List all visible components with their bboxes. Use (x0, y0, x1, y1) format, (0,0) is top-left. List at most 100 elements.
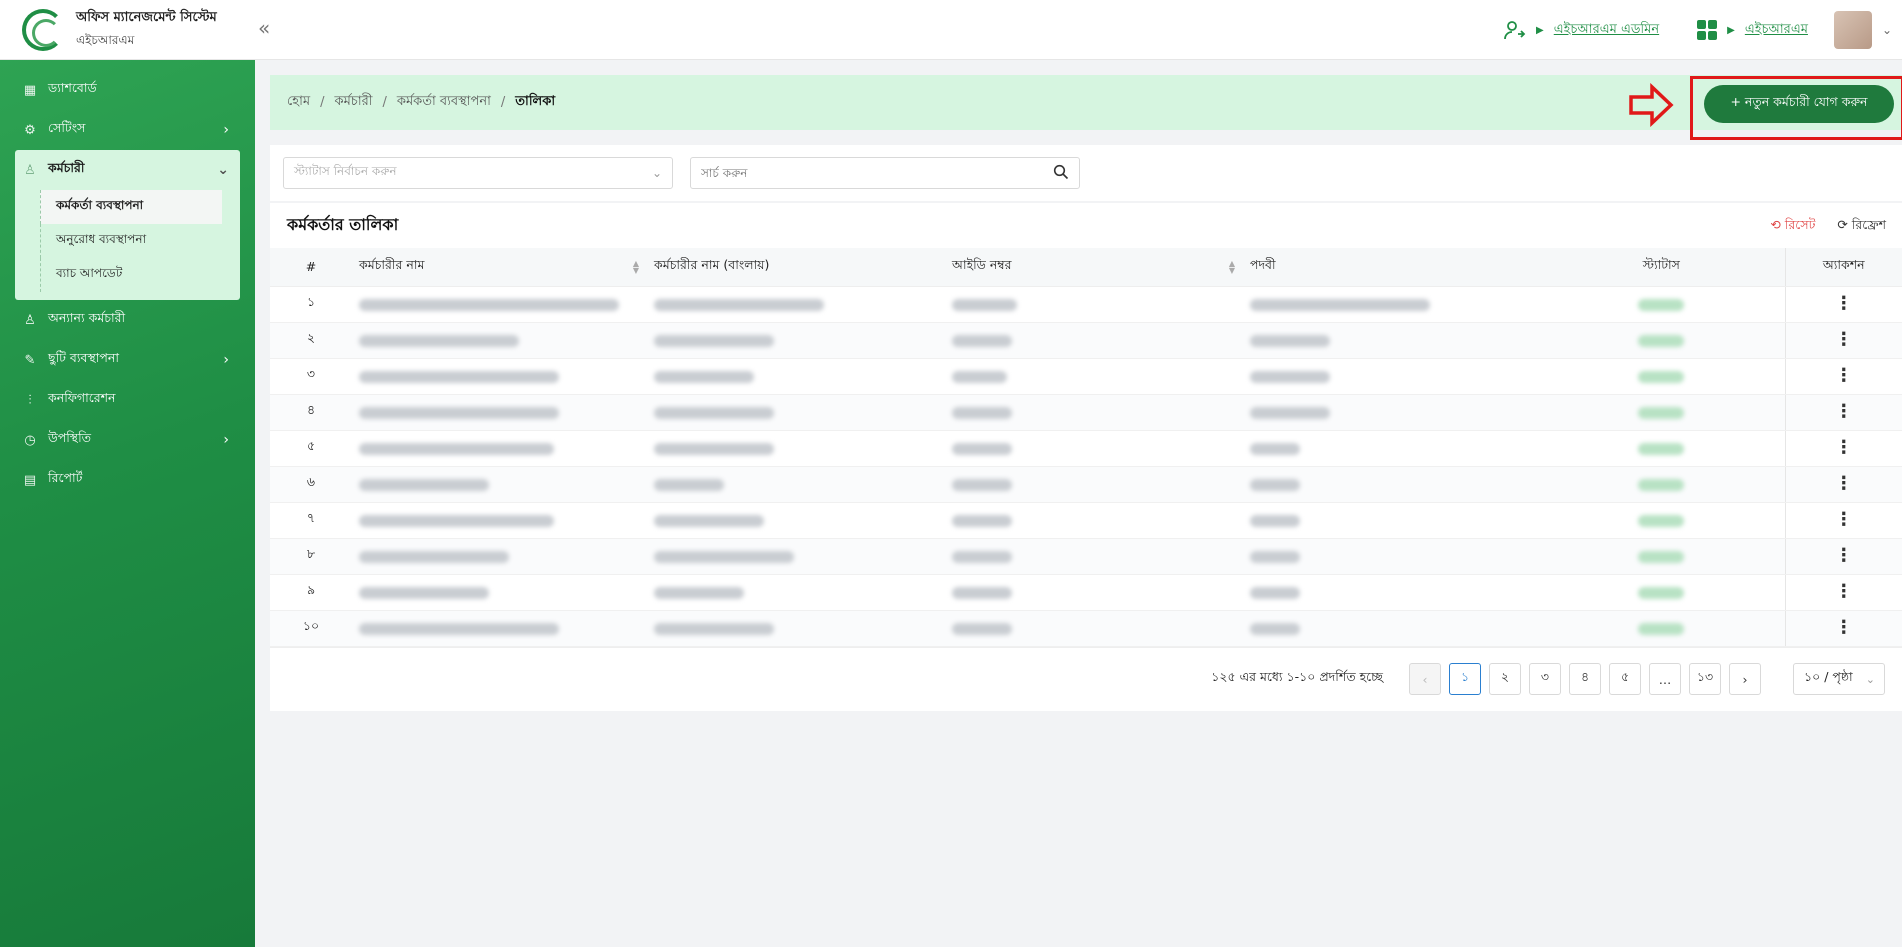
redacted-text (654, 371, 754, 383)
table-row[interactable]: ৩ ⋮ (270, 358, 1902, 395)
page-button-4[interactable]: ৪ (1569, 663, 1601, 695)
more-options-icon[interactable]: ⋮ (1835, 617, 1853, 638)
breadcrumb-separator: / (500, 95, 506, 110)
table-row[interactable]: ৫ ⋮ (270, 430, 1902, 467)
sidebar-item-label: ছুটি ব্যবস্থাপনা (48, 350, 119, 365)
column-header-id[interactable]: আইডি নম্বর ▲ ▼ (945, 248, 1243, 287)
page-ellipsis-button[interactable]: … (1649, 663, 1681, 695)
sidebar-item-other-employees[interactable]: ♙ অন্যান্য কর্মচারী (0, 300, 255, 340)
page-button-5[interactable]: ৫ (1609, 663, 1641, 695)
cell-designation (1243, 574, 1538, 611)
sidebar-item-attendance[interactable]: ◷ উপস্থিতি › (0, 420, 255, 460)
sidebar-item-employee[interactable]: ♙ কর্মচারী ⌄ (15, 150, 240, 190)
page-button-2[interactable]: ২ (1489, 663, 1521, 695)
cell-name-bangla (647, 466, 945, 503)
collapse-sidebar-icon[interactable]: « (258, 16, 270, 40)
chevron-down-icon: ⌄ (1865, 672, 1875, 686)
page-button-13[interactable]: ১৩ (1689, 663, 1721, 695)
status-select[interactable]: স্ট্যাটাস নির্বাচন করুন ⌄ (283, 157, 673, 189)
page-button-3[interactable]: ৩ (1529, 663, 1561, 695)
red-arrow-annotation-icon (1629, 83, 1674, 127)
redacted-text (1250, 551, 1300, 563)
breadcrumb-home[interactable]: হোম (287, 92, 310, 113)
redacted-text (952, 335, 1012, 347)
cell-status (1538, 358, 1785, 395)
page-size-select[interactable]: ১০ / পৃষ্ঠা ⌄ (1793, 663, 1885, 695)
breadcrumb-officer-management[interactable]: কর্মকর্তা ব্যবস্থাপনা (397, 92, 491, 113)
cell-designation (1243, 466, 1538, 503)
table-row[interactable]: ৯ ⋮ (270, 574, 1902, 611)
column-header-index: # (270, 248, 352, 287)
refresh-button[interactable]: ⟳ রিফ্রেশ (1837, 217, 1886, 237)
prev-page-button[interactable]: ‹ (1409, 663, 1441, 695)
sidebar-subitem-officer-management[interactable]: কর্মকর্তা ব্যবস্থাপনা (40, 190, 222, 224)
redacted-text (1250, 371, 1330, 383)
more-options-icon[interactable]: ⋮ (1835, 545, 1853, 566)
column-header-name[interactable]: কর্মচারীর নাম ▲ ▼ (352, 248, 647, 287)
cell-designation (1243, 502, 1538, 539)
more-options-icon[interactable]: ⋮ (1835, 401, 1853, 422)
sidebar-item-settings[interactable]: ⚙ সেটিংস › (0, 110, 255, 150)
cell-name (352, 286, 647, 323)
cell-id (945, 322, 1243, 359)
reset-button[interactable]: ⟲ রিসেট (1770, 217, 1815, 237)
cell-index: ১ (270, 286, 352, 323)
cell-name-bangla (647, 574, 945, 611)
logo-area[interactable]: অফিস ম্যানেজমেন্ট সিস্টেম এইচআরএম (0, 0, 255, 60)
reset-label: রিসেট (1784, 217, 1816, 232)
table-row[interactable]: ৬ ⋮ (270, 466, 1902, 503)
sidebar-subitem-batch-update[interactable]: ব্যাচ আপডেট (40, 258, 240, 292)
avatar[interactable] (1833, 11, 1872, 49)
more-options-icon[interactable]: ⋮ (1835, 365, 1853, 386)
sidebar-item-configuration[interactable]: ⫶ কনফিগারেশন (0, 380, 255, 420)
apps-grid-icon[interactable] (1697, 20, 1718, 40)
search-icon[interactable] (1053, 164, 1069, 180)
breadcrumb-employee[interactable]: কর্মচারী (334, 92, 372, 113)
cell-index: ৯ (270, 574, 352, 611)
breadcrumb-list: তালিকা (515, 94, 556, 109)
redacted-text (654, 299, 824, 311)
module-link[interactable]: এইচআরএম (1745, 20, 1808, 41)
more-options-icon[interactable]: ⋮ (1835, 329, 1853, 350)
redacted-text (1250, 515, 1300, 527)
cell-name (352, 538, 647, 575)
redacted-text (654, 407, 774, 419)
sidebar-item-leave-management[interactable]: ✎ ছুটি ব্যবস্থাপনা › (0, 340, 255, 380)
table-row[interactable]: ৪ ⋮ (270, 394, 1902, 431)
table-header-row: # কর্মচারীর নাম ▲ ▼ কর্মচারীর নাম (বাংলায়… (270, 248, 1902, 287)
more-options-icon[interactable]: ⋮ (1835, 509, 1853, 530)
sidebar-item-label: রিপোর্ট (48, 470, 83, 485)
sort-icon[interactable]: ▲ ▼ (1229, 260, 1235, 275)
role-link[interactable]: এইচআরএম এডমিন (1554, 20, 1659, 41)
cell-designation (1243, 322, 1538, 359)
user-switch-icon[interactable] (1502, 18, 1526, 42)
more-options-icon[interactable]: ⋮ (1835, 293, 1853, 314)
redacted-text (654, 335, 774, 347)
chevron-down-icon[interactable]: ⌄ (1882, 23, 1892, 37)
column-header-label: কর্মচারীর নাম (359, 256, 425, 272)
cell-designation (1243, 394, 1538, 431)
sort-icon[interactable]: ▲ ▼ (633, 260, 639, 275)
cell-name (352, 610, 647, 647)
table-row[interactable]: ১ ⋮ (270, 286, 1902, 323)
redacted-text (1250, 623, 1300, 635)
page-button-1[interactable]: ১ (1449, 663, 1481, 695)
table-row[interactable]: ৮ ⋮ (270, 538, 1902, 575)
search-input[interactable] (701, 166, 1021, 180)
more-options-icon[interactable]: ⋮ (1835, 473, 1853, 494)
table-row[interactable]: ৭ ⋮ (270, 502, 1902, 539)
table-row[interactable]: ১০ ⋮ (270, 610, 1902, 647)
sidebar-item-dashboard[interactable]: ▦ ড্যাশবোর্ড (0, 70, 255, 110)
redacted-text (359, 371, 559, 383)
sliders-icon: ⫶ (28, 392, 32, 408)
table-row[interactable]: ২ ⋮ (270, 322, 1902, 359)
filter-bar: স্ট্যাটাস নির্বাচন করুন ⌄ (270, 145, 1902, 201)
sidebar-subitem-request-management[interactable]: অনুরোধ ব্যবস্থাপনা (40, 224, 240, 258)
sidebar-item-report[interactable]: ▤ রিপোর্ট (0, 460, 255, 500)
cell-action: ⋮ (1784, 466, 1902, 503)
more-options-icon[interactable]: ⋮ (1835, 437, 1853, 458)
redacted-text (359, 407, 559, 419)
cell-name (352, 502, 647, 539)
more-options-icon[interactable]: ⋮ (1835, 581, 1853, 602)
next-page-button[interactable]: › (1729, 663, 1761, 695)
